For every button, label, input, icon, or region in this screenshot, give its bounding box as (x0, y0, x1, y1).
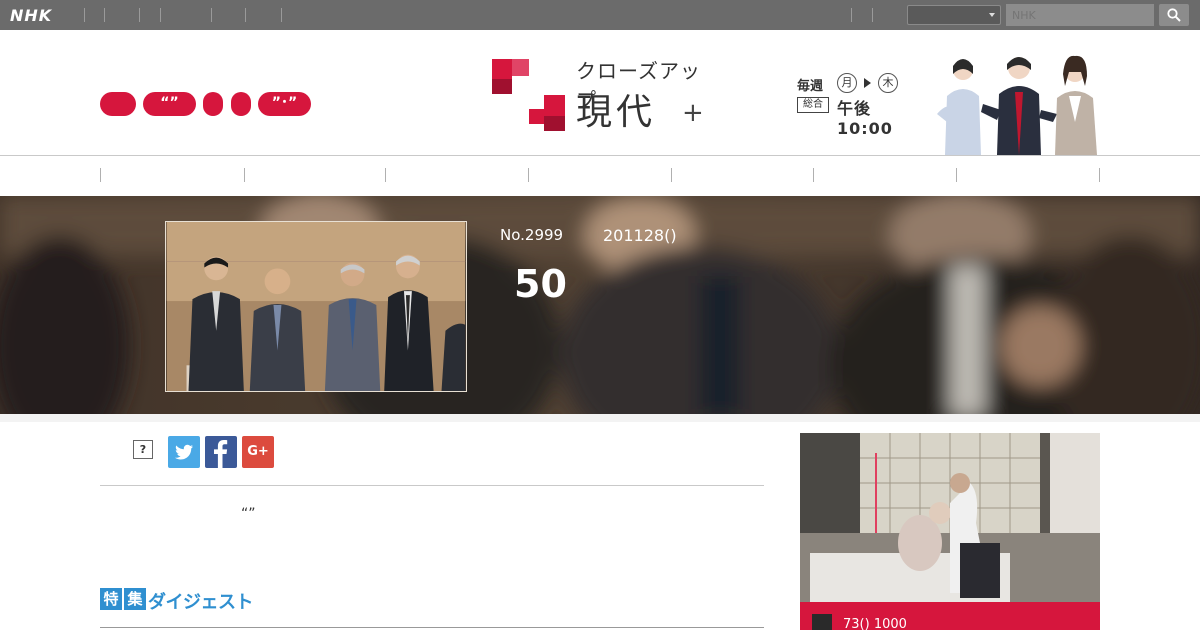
region-select[interactable] (907, 5, 1001, 25)
schedule-time: 午後 10:00 (837, 99, 893, 138)
digest-tag-1: 特 (100, 588, 122, 610)
search-button[interactable] (1159, 4, 1189, 26)
header-link-4[interactable] (231, 92, 251, 116)
header-link-1[interactable] (100, 92, 136, 116)
search-icon (1167, 8, 1181, 22)
help-button[interactable]: ? (133, 440, 153, 459)
header-link-5[interactable]: ”･” (258, 92, 311, 116)
program-logo[interactable]: クローズアップ 現代 + (492, 55, 712, 133)
episode-number: No.2999 (500, 226, 564, 244)
header-divider (0, 155, 1200, 156)
schedule-to-day: 木 (878, 73, 898, 93)
arrow-right-icon (864, 78, 871, 88)
logo-square (544, 116, 565, 131)
episode-summary: “” (241, 506, 256, 522)
logo-square (492, 59, 512, 79)
episode-title: 50 (514, 262, 567, 306)
logo-square (529, 109, 544, 124)
topbar-divider (872, 8, 873, 22)
chevron-down-icon (989, 13, 995, 17)
related-episode-card[interactable]: 73() 1000 (800, 433, 1100, 630)
googleplus-share-button[interactable]: G+ (242, 436, 274, 468)
logo-square (512, 59, 529, 76)
digest-tag-2: 集 (124, 588, 146, 610)
schedule-channel: 総合 (797, 97, 829, 113)
topbar-divider (211, 8, 212, 22)
topbar-divider (139, 8, 140, 22)
nhk-global-bar: NHK (0, 0, 1200, 30)
nav-divider (100, 168, 101, 182)
episode-thumbnail[interactable] (165, 221, 467, 392)
nav-divider (385, 168, 386, 182)
nav-divider (671, 168, 672, 182)
nav-divider (813, 168, 814, 182)
nav-divider (244, 168, 245, 182)
logo-square (492, 79, 512, 94)
logo-title: 現代 (576, 92, 657, 133)
nav-divider (528, 168, 529, 182)
header-link-3[interactable] (203, 92, 223, 116)
topbar-divider (281, 8, 282, 22)
search-input[interactable] (1006, 4, 1154, 26)
schedule-weekly: 毎週 (797, 79, 824, 94)
broadcast-schedule: 毎週 月 木 総合 午後 10:00 (797, 73, 927, 138)
header-link-2[interactable]: “” (143, 92, 196, 116)
topbar-divider (104, 8, 105, 22)
topbar-divider (851, 8, 852, 22)
digest-divider (100, 627, 764, 628)
topbar-divider (84, 8, 85, 22)
topbar-divider (160, 8, 161, 22)
episode-date: 201128() (603, 226, 677, 245)
digest-label: ダイジェスト (148, 592, 254, 613)
related-episode-caption: 73() 1000 (800, 602, 1100, 630)
related-episode-image (800, 433, 1100, 602)
topbar-divider (245, 8, 246, 22)
twitter-share-button[interactable] (168, 436, 200, 468)
twitter-icon (175, 444, 193, 460)
schedule-from-day: 月 (837, 73, 857, 93)
nav-divider (956, 168, 957, 182)
logo-square (544, 95, 565, 116)
facebook-icon (214, 440, 228, 468)
nav-divider (1099, 168, 1100, 182)
hero-divider (0, 414, 1200, 422)
caption-marker (812, 614, 832, 630)
content-divider (100, 485, 764, 486)
related-episode-text: 73() 1000 (843, 617, 907, 630)
hosts-image (937, 55, 1097, 155)
nhk-logo[interactable]: NHK (10, 6, 52, 25)
logo-plus: + (682, 98, 704, 128)
facebook-share-button[interactable] (205, 436, 237, 468)
